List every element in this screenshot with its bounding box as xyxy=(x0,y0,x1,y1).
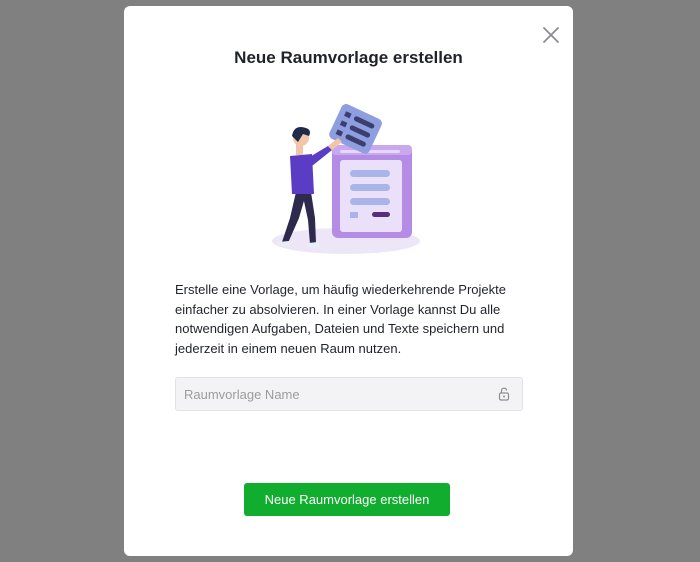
dialog-description: Erstelle eine Vorlage, um häufig wiederk… xyxy=(175,282,506,356)
close-button[interactable] xyxy=(541,25,561,45)
template-name-field xyxy=(175,377,523,411)
template-name-input[interactable] xyxy=(176,378,522,410)
create-template-dialog: Neue Raumvorlage erstellen Erstelle eine… xyxy=(124,6,573,556)
lock-icon[interactable] xyxy=(498,387,510,401)
dialog-title: Neue Raumvorlage erstellen xyxy=(234,48,463,67)
create-template-button[interactable]: Neue Raumvorlage erstellen xyxy=(244,483,450,516)
person-with-template-illustration xyxy=(272,104,420,254)
close-icon xyxy=(543,27,559,43)
